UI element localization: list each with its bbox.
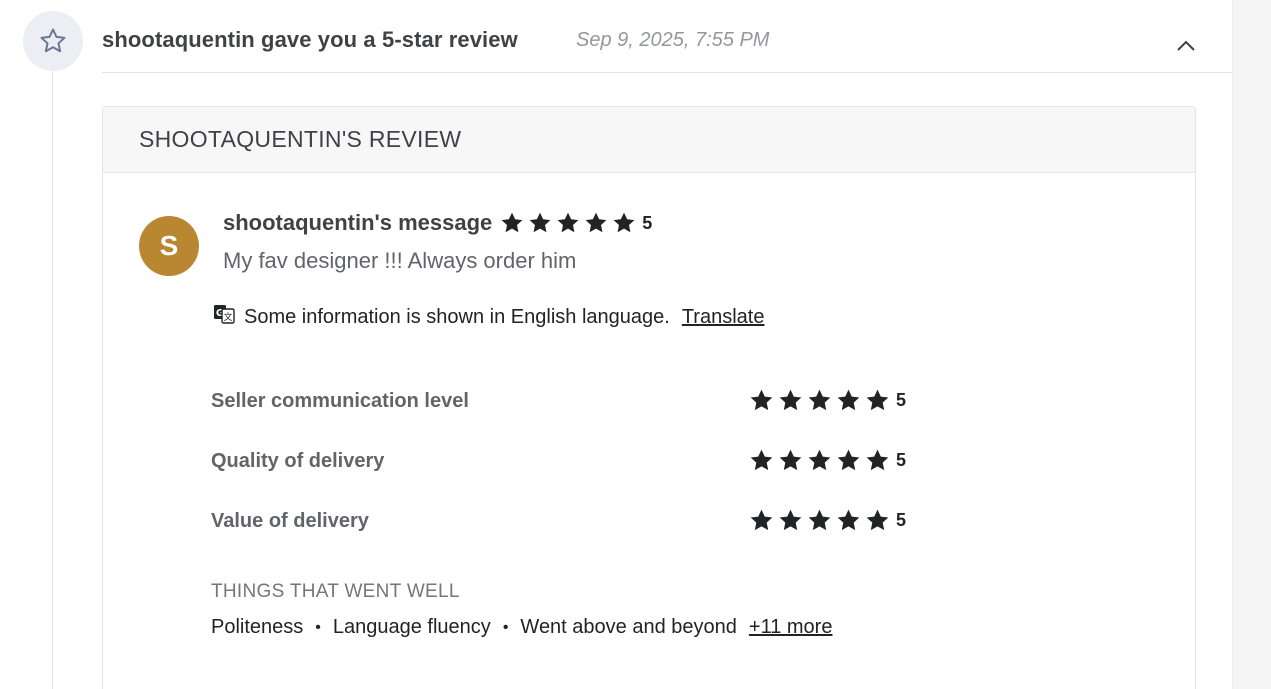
- translate-notice: G 文 Some information is shown in English…: [213, 303, 764, 331]
- translate-icon: G 文: [213, 303, 235, 331]
- star-filled-icon: [750, 509, 773, 531]
- star-filled-icon: [501, 212, 523, 233]
- review-message: My fav designer !!! Always order him: [223, 248, 577, 273]
- event-title: shootaquentin gave you a 5-star review: [102, 27, 518, 52]
- chevron-up-icon: [1177, 40, 1195, 51]
- avatar[interactable]: S: [139, 216, 199, 276]
- event-date: Sep 9, 2025, 7:55 PM: [576, 29, 770, 51]
- translate-link[interactable]: Translate: [682, 306, 765, 329]
- star-filled-icon: [866, 389, 889, 411]
- star-filled-icon: [750, 389, 773, 411]
- star-filled-icon: [837, 509, 860, 531]
- star-filled-icon: [808, 389, 831, 411]
- rating-score: 5: [896, 450, 907, 470]
- avatar-letter: S: [159, 230, 179, 261]
- tag: Politeness: [211, 616, 304, 638]
- svg-text:文: 文: [223, 311, 232, 323]
- rating-label: Seller communication level: [211, 390, 469, 412]
- rating-row-communication: Seller communication level 5: [211, 387, 911, 417]
- star-filled-icon: [866, 509, 889, 531]
- star-filled-icon: [779, 449, 802, 471]
- star-filled-icon: [557, 212, 579, 233]
- rating-row-value: Value of delivery 5: [211, 507, 911, 537]
- event-header: shootaquentin gave you a 5-star review S…: [102, 0, 1232, 73]
- rating-label: Quality of delivery: [211, 450, 385, 472]
- review-card-title: SHOOTAQUENTIN'S REVIEW: [139, 126, 462, 152]
- went-well-tags: Politeness • Language fluency • Went abo…: [211, 616, 832, 639]
- collapse-button[interactable]: [1174, 36, 1198, 56]
- rating-score: 5: [896, 390, 907, 410]
- star-filled-icon: [750, 449, 773, 471]
- star-filled-icon: [837, 389, 860, 411]
- star-filled-icon: [866, 449, 889, 471]
- event-star-badge: [23, 11, 83, 71]
- rating-score: 5: [896, 510, 907, 530]
- star-filled-icon: [613, 212, 635, 233]
- rating-stars: 5: [749, 388, 906, 413]
- rating-label: Value of delivery: [211, 510, 369, 532]
- star-filled-icon: [808, 509, 831, 531]
- page-right-gutter: [1232, 0, 1271, 689]
- translate-notice-text: Some information is shown in English lan…: [244, 305, 670, 328]
- message-title: shootaquentin's message: [223, 210, 493, 235]
- star-filled-icon: [779, 389, 802, 411]
- star-filled-icon: [837, 449, 860, 471]
- message-header: shootaquentin's message 5: [223, 210, 652, 236]
- review-card-header: SHOOTAQUENTIN'S REVIEW: [103, 107, 1195, 173]
- star-filled-icon: [779, 509, 802, 531]
- tag-separator: •: [502, 618, 509, 636]
- star-outline-icon: [40, 28, 66, 53]
- timeline-line: [52, 70, 53, 689]
- star-filled-icon: [529, 212, 551, 233]
- rating-row-quality: Quality of delivery 5: [211, 447, 911, 477]
- went-well-label: THINGS THAT WENT WELL: [211, 581, 460, 602]
- more-tags-link[interactable]: +11 more: [749, 616, 833, 639]
- overall-stars: [500, 211, 640, 235]
- overall-score: 5: [642, 212, 653, 233]
- star-filled-icon: [585, 212, 607, 233]
- review-card: SHOOTAQUENTIN'S REVIEW S shootaquentin's…: [102, 106, 1196, 689]
- rating-stars: 5: [749, 508, 906, 533]
- tag-separator: •: [315, 618, 321, 636]
- tag: Went above and beyond: [520, 616, 737, 638]
- star-filled-icon: [808, 449, 831, 471]
- tag: Language fluency: [332, 616, 491, 638]
- rating-stars: 5: [749, 448, 906, 473]
